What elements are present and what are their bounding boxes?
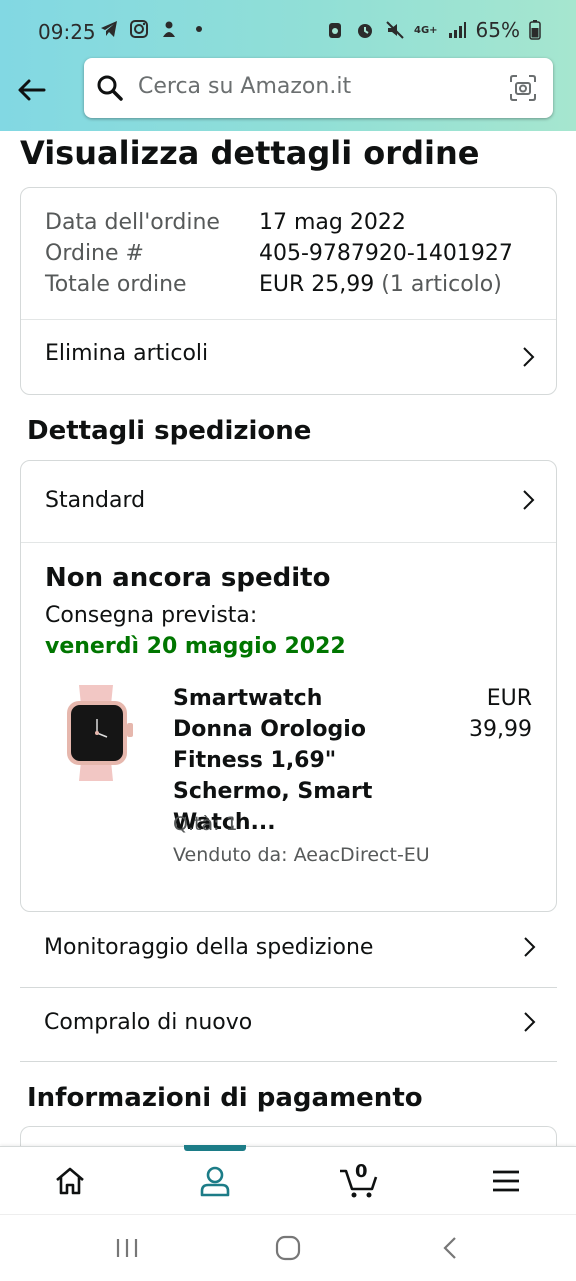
- product-price-currency: EUR: [486, 686, 532, 711]
- status-bar: 09:25 4G+ 65%: [0, 0, 576, 64]
- order-number-value: 405-9787920-1401927: [259, 241, 513, 266]
- order-date-label: Data dell'ordine: [45, 210, 220, 235]
- order-date-value: 17 mag 2022: [259, 210, 406, 235]
- recycle-icon: [324, 19, 346, 41]
- account-icon[interactable]: [195, 1161, 235, 1201]
- track-shipment-label: Monitoraggio della spedizione: [44, 935, 374, 960]
- track-shipment-row[interactable]: Monitoraggio della spedizione: [20, 912, 557, 986]
- chevron-right-icon: [518, 344, 538, 370]
- system-status-icons: 4G+ 65%: [324, 18, 542, 42]
- home-button-icon[interactable]: [273, 1233, 303, 1263]
- search-icon: [96, 74, 124, 102]
- chevron-right-icon: [518, 487, 538, 513]
- camera-scan-icon[interactable]: [509, 74, 537, 102]
- delivery-date: venerdì 20 maggio 2022: [45, 634, 346, 659]
- order-number-label: Ordine #: [45, 241, 144, 266]
- order-total-value: EUR 25,99 (1 articolo): [259, 272, 502, 297]
- alarm-icon: [354, 19, 376, 41]
- chevron-right-icon: [519, 1009, 539, 1035]
- active-tab-indicator: [184, 1145, 246, 1151]
- shipping-method-label: Standard: [45, 488, 146, 513]
- app-header: 09:25 4G+ 65% Cerca su Amazon.it: [0, 0, 576, 131]
- product-seller: Venduto da: AeacDirect-EU: [173, 844, 430, 866]
- telegram-icon: [98, 18, 120, 40]
- page-title: Visualizza dettagli ordine: [20, 134, 480, 172]
- delivery-label: Consegna prevista:: [45, 603, 258, 628]
- shipping-heading: Dettagli spedizione: [27, 416, 312, 446]
- battery-percent: 65%: [475, 18, 520, 42]
- notification-icons: [98, 18, 210, 40]
- payment-heading: Informazioni di pagamento: [27, 1083, 423, 1113]
- battery-icon: [528, 19, 542, 41]
- app-notification-icon: [158, 18, 180, 40]
- order-total-items: (1 articolo): [374, 272, 502, 297]
- buy-again-label: Compralo di nuovo: [44, 1010, 253, 1035]
- bottom-navigation: 0: [0, 1145, 576, 1214]
- back-arrow-icon[interactable]: [14, 72, 50, 108]
- shipment-status: Non ancora spedito: [45, 563, 331, 593]
- cart-icon[interactable]: 0: [338, 1161, 382, 1201]
- menu-icon[interactable]: [486, 1161, 526, 1201]
- system-navigation-bar: [0, 1214, 576, 1281]
- product-quantity: Q.tà: 1: [173, 813, 238, 835]
- recent-apps-icon[interactable]: [112, 1233, 142, 1263]
- order-total-label: Totale ordine: [45, 272, 187, 297]
- order-total-amount: EUR 25,99: [259, 272, 375, 297]
- status-time: 09:25: [38, 20, 96, 44]
- buy-again-row[interactable]: Compralo di nuovo: [20, 988, 557, 1061]
- product-price-value: 39,99: [469, 717, 532, 742]
- network-label: 4G+: [414, 24, 438, 36]
- search-input[interactable]: Cerca su Amazon.it: [138, 74, 351, 99]
- product-image[interactable]: [51, 683, 143, 783]
- shipping-method-row[interactable]: Standard: [21, 461, 556, 541]
- cart-count: 0: [355, 1161, 368, 1182]
- mute-icon: [384, 19, 406, 41]
- chevron-right-icon: [519, 934, 539, 960]
- search-bar[interactable]: Cerca su Amazon.it: [84, 58, 553, 118]
- shipping-card: Standard Non ancora spedito Consegna pre…: [20, 460, 557, 912]
- system-back-icon[interactable]: [436, 1233, 466, 1263]
- home-icon[interactable]: [50, 1161, 90, 1201]
- divider: [21, 542, 556, 543]
- delete-items-label: Elimina articoli: [45, 341, 209, 366]
- signal-icon: [446, 19, 468, 41]
- more-notifications-dot-icon: [188, 18, 210, 40]
- order-summary-card: Data dell'ordine 17 mag 2022 Ordine # 40…: [20, 187, 557, 395]
- instagram-icon: [128, 18, 150, 40]
- product-price: EUR 39,99: [469, 683, 532, 745]
- divider: [20, 1061, 557, 1062]
- delete-items-row[interactable]: Elimina articoli: [21, 320, 556, 394]
